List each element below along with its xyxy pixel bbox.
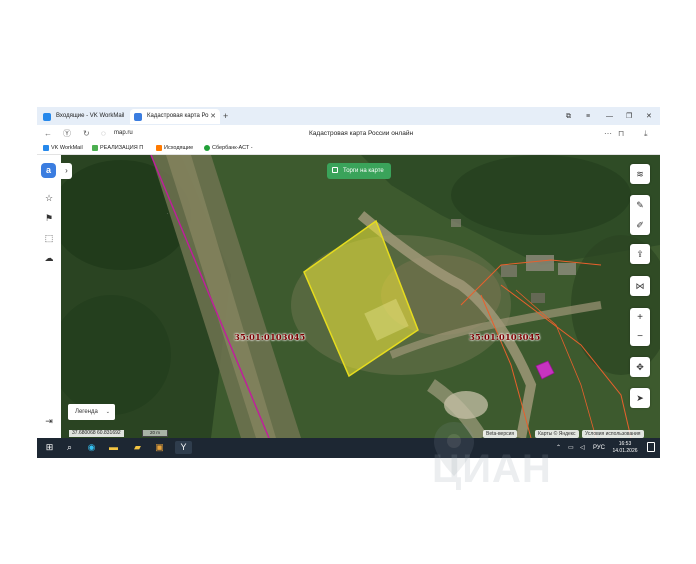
volume-icon[interactable]: ◁ [580,438,585,458]
collections-icon[interactable]: ⧉ [566,109,571,124]
date: 14.01.2026 [612,448,638,454]
tab-label: Кадастровая карта Ро [147,113,209,119]
pencil-icon[interactable]: ✎ [630,195,650,215]
cadastral-number-label: 35:01:0103045 [234,333,306,343]
move-button[interactable]: ✥ [630,357,650,377]
document-icon [92,145,98,151]
select-area-icon[interactable]: ⬚ [37,233,61,244]
star-icon[interactable]: ☆ [37,193,61,204]
search-icon[interactable]: ⌕ [63,441,76,454]
back-icon[interactable]: ← [44,128,52,139]
tab-vk-workmail[interactable]: Входящие - VK WorkMail [39,109,129,124]
windows-taskbar: ⊞ ⌕ ◉ ▬ ▰ ▣ Y ⌃ ▭ ◁ РУС 16:53 14.01.2026 [37,438,660,458]
more-icon[interactable]: ⋯ [604,128,612,139]
edge-icon[interactable]: ◉ [85,441,98,454]
coordinates-readout: 37.680068 60.831692 [69,430,124,437]
bookmark-label: Исходящие [164,145,194,151]
zoom-controls: + − [630,308,650,346]
notification-icon[interactable] [647,442,655,452]
svg-text:·: · [167,211,168,216]
legend-label: Легенда [75,409,98,415]
bookmark-label: Сбербанк-АСТ - [212,145,253,151]
bookmark-iskhodyashchie[interactable]: Исходящие [156,143,193,153]
maps-attribution: Карты © Яндекс [535,430,579,438]
terms-link[interactable]: Условия использования [582,430,644,438]
page-title: Кадастровая карта России онлайн [309,130,414,137]
folder-icon[interactable]: ▰ [131,441,144,454]
close-tab-icon[interactable]: ✕ [210,109,216,124]
time: 16:53 [618,441,632,447]
map-icon [134,113,142,121]
geolocation-button[interactable]: ➤ [630,388,650,408]
checkbox-icon[interactable] [332,167,338,173]
upload-button[interactable]: ⇪ [630,244,650,264]
left-sidebar: a ☆ ⚑ ⬚ ☁ ⇥ [37,155,61,438]
draw-tools-panel: ✎ ✐ [630,195,650,235]
folder-icon [156,145,162,151]
cadastral-number-label: 35:01:0103045 [469,333,541,343]
map-view[interactable]: · › Торги на карте ≋ ✎ ✐ ⇪ ⋈ + − ✥ ➤ 35:… [61,155,660,438]
language-indicator[interactable]: РУС [593,438,605,458]
url-field[interactable]: map.ru [114,128,133,139]
file-explorer-icon[interactable]: ▬ [107,441,120,454]
watermark: ЦИАН [432,447,552,491]
store-icon[interactable]: ▣ [153,441,166,454]
yandex-browser-icon[interactable]: Y [175,441,192,454]
chevron-down-icon: ⌄ [105,409,110,415]
download-icon[interactable]: ⤓ [644,128,648,139]
zoom-out-icon[interactable]: − [630,327,650,346]
windows-start-icon[interactable]: ⊞ [43,441,56,454]
app-logo-icon[interactable]: a [41,163,56,178]
bookmark-label: VK WorkMail [51,145,83,151]
menu-icon[interactable]: ≡ [586,109,590,124]
screen: Входящие - VK WorkMail Кадастровая карта… [37,107,660,458]
tab-cadastral-map[interactable]: Кадастровая карта Ро ✕ [130,109,220,124]
satellite-imagery: · [61,155,660,438]
bookmark-vk-workmail[interactable]: VK WorkMail [43,143,83,153]
yandex-icon[interactable]: Ⓨ [63,128,71,139]
shield-icon: ◌ [101,129,106,138]
mail-icon [43,145,49,151]
share-button[interactable]: ⋈ [630,276,650,296]
reload-icon[interactable]: ↻ [83,128,90,139]
scale-bar: 20 m [142,430,168,437]
bookmark-icon[interactable]: ⊓ [618,128,624,139]
bookmark-realizatsiya[interactable]: РЕАЛИЗАЦИЯ П [92,143,143,153]
restore-icon[interactable]: ❐ [626,109,632,124]
zoom-in-icon[interactable]: + [630,308,650,327]
plus-icon[interactable]: + [223,109,228,124]
legend-button[interactable]: Легенда ⌄ [68,404,115,420]
minimize-icon[interactable]: — [606,109,613,124]
mail-icon [43,113,51,121]
bookmarks-bar: VK WorkMail РЕАЛИЗАЦИЯ П Исходящие Сберб… [37,142,660,155]
tab-bar: Входящие - VK WorkMail Кадастровая карта… [37,107,660,125]
address-bar: ← Ⓨ ↻ ◌ map.ru Кадастровая карта России … [37,125,660,142]
cloud-icon[interactable]: ☁ [37,253,61,264]
close-window-icon[interactable]: ✕ [646,109,652,124]
torgi-toggle-button[interactable]: Торги на карте [327,163,391,179]
layers-button[interactable]: ≋ [630,164,650,184]
torgi-label: Торги на карте [343,168,384,174]
sidebar-collapse-button[interactable]: › [61,163,72,179]
sber-icon [204,145,210,151]
network-icon[interactable]: ▭ [568,438,574,458]
edit-icon[interactable]: ✐ [630,215,650,235]
chevron-up-icon[interactable]: ⌃ [556,438,561,458]
clock[interactable]: 16:53 14.01.2026 [610,441,640,455]
flag-icon[interactable]: ⚑ [37,213,61,224]
tab-label: Входящие - VK WorkMail [56,113,125,119]
bookmark-label: РЕАЛИЗАЦИЯ П [100,145,144,151]
login-icon[interactable]: ⇥ [37,416,61,427]
bookmark-sberbank-ast[interactable]: Сбербанк-АСТ - [204,143,253,153]
